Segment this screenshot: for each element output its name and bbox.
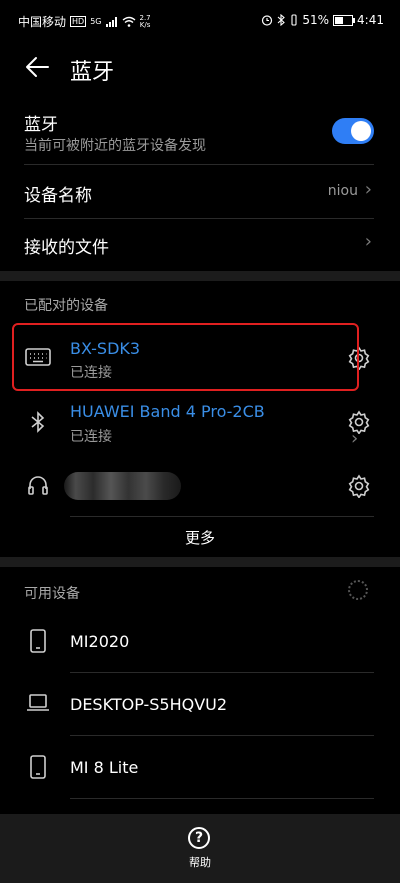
available-device-item[interactable]: DESKTOP-S5HQVU2 bbox=[0, 673, 400, 735]
device-name: MI 8 Lite bbox=[70, 758, 139, 777]
bluetooth-subtitle: 当前可被附近的蓝牙设备发现 bbox=[24, 138, 206, 154]
battery-icon bbox=[333, 14, 356, 26]
available-device-item[interactable]: MI 8 Lite bbox=[0, 736, 400, 798]
carrier-label: 中国移动 bbox=[18, 15, 67, 29]
highlight-box bbox=[12, 323, 359, 391]
phone-icon bbox=[30, 629, 46, 653]
alarm-icon bbox=[262, 15, 273, 26]
available-section-label: 可用设备 bbox=[24, 586, 80, 602]
divider bbox=[70, 516, 374, 517]
bluetooth-label: 蓝牙 bbox=[24, 115, 58, 135]
network-speed: 2.7 K/s bbox=[139, 13, 151, 29]
help-icon[interactable]: ? bbox=[188, 827, 210, 849]
bluetooth-switch[interactable] bbox=[332, 118, 374, 144]
battery-percent: 51% bbox=[302, 13, 330, 27]
help-label[interactable]: 帮助 bbox=[0, 854, 400, 870]
network-type: 5G bbox=[90, 17, 102, 26]
signal-icon bbox=[105, 16, 117, 27]
device-name: DESKTOP-S5HQVU2 bbox=[70, 695, 228, 714]
chevron-right-icon: › bbox=[364, 179, 372, 200]
back-arrow-icon[interactable] bbox=[24, 54, 50, 80]
chevron-right-icon: › bbox=[364, 231, 372, 252]
page-title: 蓝牙 bbox=[70, 60, 115, 85]
chevron-right-icon: › bbox=[351, 428, 359, 449]
device-name: MI2020 bbox=[70, 632, 130, 651]
section-separator bbox=[0, 557, 400, 567]
status-bar: 中国移动 HD 5G 2.7 K/s 51% 4:41 bbox=[0, 0, 400, 40]
clock: 4:41 bbox=[357, 13, 384, 27]
phone-icon bbox=[30, 755, 46, 779]
bluetooth-icon bbox=[31, 411, 45, 433]
device-name: HUAWEI Band 4 Pro-2CB bbox=[70, 402, 265, 421]
paired-device-item[interactable] bbox=[0, 456, 400, 516]
device-status: 已连接 bbox=[70, 429, 112, 445]
received-files-row[interactable]: 接收的文件 › bbox=[0, 219, 400, 271]
device-name-label: 设备名称 bbox=[24, 186, 92, 206]
headphones-icon bbox=[28, 476, 48, 495]
bluetooth-status-icon bbox=[278, 14, 286, 26]
wifi-icon bbox=[122, 16, 135, 27]
device-name-row[interactable]: 设备名称 niou › bbox=[0, 166, 400, 218]
device-name-value: niou bbox=[327, 183, 358, 199]
scanning-spinner-icon bbox=[348, 580, 368, 600]
divider bbox=[24, 164, 374, 165]
more-button[interactable]: 更多 bbox=[0, 527, 400, 548]
gear-icon[interactable] bbox=[347, 474, 371, 498]
available-device-item[interactable]: MI2020 bbox=[0, 610, 400, 672]
switch-knob bbox=[351, 121, 371, 141]
divider bbox=[70, 798, 374, 799]
vibrate-icon bbox=[291, 14, 297, 26]
section-separator bbox=[0, 271, 400, 281]
paired-device-item[interactable]: HUAWEI Band 4 Pro-2CB 已连接 bbox=[0, 392, 400, 456]
paired-section-label: 已配对的设备 bbox=[24, 298, 108, 314]
redacted-device-name bbox=[64, 472, 181, 500]
laptop-icon bbox=[27, 694, 49, 711]
received-files-label: 接收的文件 bbox=[24, 238, 109, 258]
hd-badge: HD bbox=[70, 16, 87, 27]
